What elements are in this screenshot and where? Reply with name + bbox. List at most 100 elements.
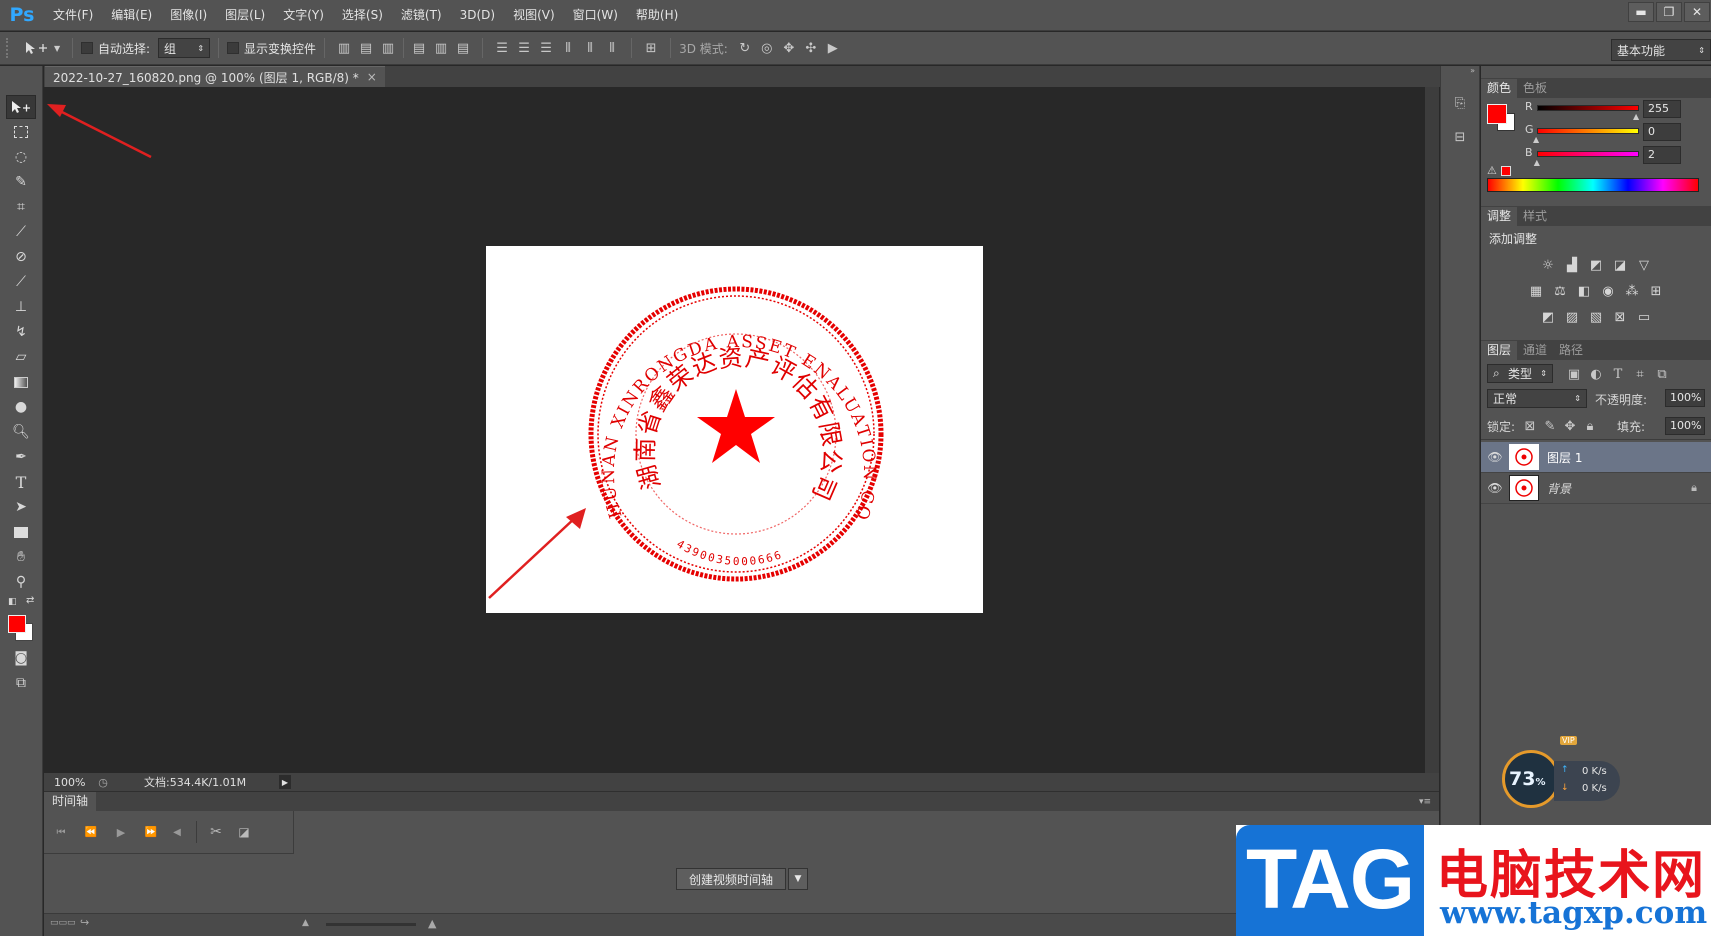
- quick-mask-button[interactable]: ◙: [6, 646, 36, 670]
- move-tool-preset-icon[interactable]: [20, 37, 54, 59]
- menu-select[interactable]: 选择(S): [333, 0, 392, 31]
- crop-tool[interactable]: ⌗: [6, 195, 36, 219]
- canvas-vertical-scrollbar[interactable]: [1425, 87, 1439, 773]
- lasso-tool[interactable]: ◌: [6, 145, 36, 169]
- menu-help[interactable]: 帮助(H): [627, 0, 687, 31]
- foreground-color-swatch[interactable]: [8, 615, 26, 633]
- fill-value[interactable]: 100%: [1665, 417, 1705, 435]
- scissors-icon[interactable]: ✂: [205, 821, 227, 843]
- black-white-icon[interactable]: ◧: [1574, 281, 1594, 301]
- layer-lock-icon[interactable]: 🔒︎: [1691, 481, 1697, 495]
- lock-pixels-icon[interactable]: ✎: [1539, 415, 1561, 437]
- channel-mixer-icon[interactable]: ⁂: [1622, 281, 1642, 301]
- first-frame-icon[interactable]: ⏮: [50, 821, 72, 843]
- marquee-tool[interactable]: [6, 120, 36, 144]
- collapse-icon[interactable]: »: [1441, 66, 1479, 78]
- clone-stamp-tool[interactable]: ⊥: [6, 295, 36, 319]
- dodge-tool[interactable]: 🔍︎: [6, 420, 36, 444]
- zoom-level[interactable]: 100%: [44, 776, 92, 789]
- channel-g-slider[interactable]: [1537, 128, 1639, 134]
- gradient-tool[interactable]: [6, 370, 36, 394]
- layer-row[interactable]: 👁︎ 图层 1: [1481, 442, 1711, 473]
- channel-g-value[interactable]: 0: [1643, 123, 1681, 141]
- menu-view[interactable]: 视图(V): [504, 0, 564, 31]
- zoom-in-timeline-icon[interactable]: ▲: [428, 917, 436, 930]
- menu-window[interactable]: 窗口(W): [564, 0, 627, 31]
- play-icon[interactable]: ▶: [110, 821, 132, 843]
- selective-color-icon[interactable]: ⊠: [1610, 307, 1630, 327]
- distribute-right-icon[interactable]: ⫴: [601, 37, 623, 59]
- filter-smart-object-icon[interactable]: ⧉: [1651, 363, 1673, 385]
- channel-b-value[interactable]: 2: [1643, 146, 1681, 164]
- swap-colors-icon[interactable]: ⇄: [26, 595, 34, 606]
- align-bottom-icon[interactable]: ▥: [377, 37, 399, 59]
- healing-brush-tool[interactable]: ⊘: [6, 245, 36, 269]
- brightness-icon[interactable]: ☼: [1538, 255, 1558, 275]
- next-frame-icon[interactable]: ⏩: [140, 821, 162, 843]
- create-timeline-dropdown-icon[interactable]: ▼: [788, 868, 809, 890]
- color-balance-icon[interactable]: ⚖: [1550, 281, 1570, 301]
- auto-align-icon[interactable]: ⊞: [640, 37, 662, 59]
- document-tab[interactable]: 2022-10-27_160820.png @ 100% (图层 1, RGB/…: [45, 66, 385, 87]
- align-hcenter-icon[interactable]: ▥: [430, 37, 452, 59]
- exposure-icon[interactable]: ◪: [1610, 255, 1630, 275]
- quick-select-tool[interactable]: ✎: [6, 170, 36, 194]
- status-menu-arrow-icon[interactable]: ▶: [279, 775, 291, 789]
- filter-shape-icon[interactable]: ⌗: [1629, 363, 1651, 385]
- audio-icon[interactable]: ◀: [166, 821, 188, 843]
- screen-mode-button[interactable]: ⧉: [6, 671, 36, 695]
- align-top-icon[interactable]: ▥: [333, 37, 355, 59]
- lock-transparency-icon[interactable]: ⊠: [1519, 415, 1541, 437]
- channel-r-slider[interactable]: [1537, 105, 1639, 111]
- history-brush-tool[interactable]: ↯: [6, 320, 36, 344]
- channel-b-handle-icon[interactable]: ▲: [1534, 158, 1540, 167]
- timeline-menu-icon[interactable]: ▾≡: [1419, 797, 1431, 807]
- tab-layers[interactable]: 图层: [1481, 341, 1518, 360]
- properties-panel-icon[interactable]: ⊟: [1445, 126, 1475, 148]
- timeline-settings-icon[interactable]: ▭▭▭: [50, 918, 76, 928]
- history-panel-icon[interactable]: ⎘: [1445, 92, 1475, 114]
- type-tool[interactable]: T: [6, 470, 36, 494]
- tab-styles[interactable]: 样式: [1517, 207, 1553, 226]
- menu-3d[interactable]: 3D(D): [451, 0, 504, 31]
- filter-pixel-icon[interactable]: ▣: [1563, 363, 1585, 385]
- gradient-map-icon[interactable]: ▭: [1634, 307, 1654, 327]
- align-left-icon[interactable]: ▤: [408, 37, 430, 59]
- hand-tool[interactable]: ✋︎: [6, 545, 36, 569]
- photo-filter-icon[interactable]: ◉: [1598, 281, 1618, 301]
- menu-filter[interactable]: 滤镜(T): [392, 0, 451, 31]
- distribute-top-icon[interactable]: ☰: [491, 37, 513, 59]
- timeline-zoom-slider[interactable]: [326, 923, 416, 926]
- color-spectrum-ramp[interactable]: [1487, 178, 1699, 192]
- close-button[interactable]: ✕: [1684, 2, 1710, 22]
- threshold-icon[interactable]: ▧: [1586, 307, 1606, 327]
- vibrance-icon[interactable]: ▽: [1634, 255, 1654, 275]
- opacity-value[interactable]: 100%: [1665, 389, 1705, 407]
- tab-color[interactable]: 颜色: [1481, 79, 1518, 98]
- prev-frame-icon[interactable]: ⏪: [80, 821, 102, 843]
- show-transform-checkbox[interactable]: [227, 42, 240, 54]
- preset-dropdown-icon[interactable]: ▼: [54, 44, 64, 53]
- render-video-icon[interactable]: ↪: [80, 916, 89, 929]
- scale-3d-icon[interactable]: ▶: [822, 37, 844, 59]
- distribute-left-icon[interactable]: ⫴: [557, 37, 579, 59]
- tab-adjustments[interactable]: 调整: [1481, 207, 1518, 226]
- curves-icon[interactable]: ◩: [1586, 255, 1606, 275]
- layer-name[interactable]: 图层 1: [1547, 449, 1582, 466]
- hue-saturation-icon[interactable]: ▦: [1526, 281, 1546, 301]
- rotate-3d-icon[interactable]: ↻: [734, 37, 756, 59]
- invert-icon[interactable]: ◩: [1538, 307, 1558, 327]
- workspace-select[interactable]: 基本功能 ⇕: [1611, 39, 1711, 61]
- distribute-hcenter-icon[interactable]: ⫴: [579, 37, 601, 59]
- menu-edit[interactable]: 编辑(E): [102, 0, 161, 31]
- layer-row[interactable]: 👁︎ 背景 🔒︎: [1481, 473, 1711, 504]
- gamut-warning-icon[interactable]: ⚠: [1487, 164, 1497, 177]
- filter-type-icon[interactable]: T: [1607, 363, 1629, 385]
- drag-3d-icon[interactable]: ✥: [778, 37, 800, 59]
- pen-tool[interactable]: ✒: [6, 445, 36, 469]
- rectangle-tool[interactable]: [6, 520, 36, 544]
- restore-button[interactable]: ❐: [1656, 2, 1682, 22]
- color-foreground-swatch[interactable]: [1487, 104, 1507, 124]
- visibility-eye-icon[interactable]: 👁︎: [1485, 481, 1505, 495]
- menu-image[interactable]: 图像(I): [161, 0, 216, 31]
